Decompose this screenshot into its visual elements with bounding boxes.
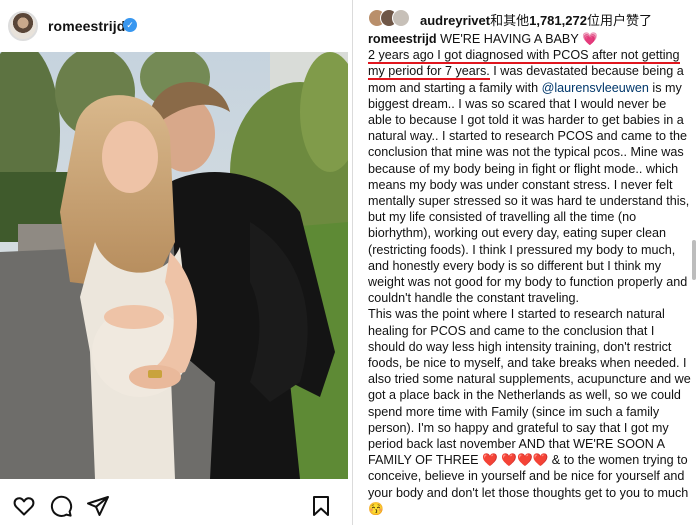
column-divider — [352, 0, 353, 525]
likes-suffix: 位用户赞了 — [586, 13, 652, 28]
post-photo[interactable] — [0, 52, 348, 479]
post-media-column: romeestrijd ✓ — [0, 0, 348, 525]
likes-connector: 和其他 — [490, 13, 530, 28]
likes-row[interactable]: audreyrivet和其他1,781,272位用户赞了 — [368, 8, 698, 28]
likes-summary: audreyrivet和其他1,781,272位用户赞了 — [420, 10, 652, 29]
caption-paragraph-2: This was the point where I started to re… — [368, 306, 692, 517]
bookmark-icon[interactable] — [309, 494, 333, 518]
red-hearts-emoji-icon: ❤️ ❤️❤️❤️ — [482, 453, 549, 468]
post-caption: romeestrijd WE'RE HAVING A BABY 💗 2 year… — [368, 31, 692, 517]
heart-icon[interactable] — [12, 494, 36, 518]
post-photo-illustration — [0, 52, 348, 479]
verified-badge-icon: ✓ — [123, 18, 137, 32]
avatar[interactable] — [8, 11, 38, 41]
kissing-face-emoji-icon: 😚 — [368, 501, 384, 516]
scrollbar[interactable] — [692, 240, 696, 280]
caption-paragraph-1: romeestrijd WE'RE HAVING A BABY 💗 2 year… — [368, 31, 692, 306]
caption-mention[interactable]: @laurensvleeuwen — [542, 81, 649, 95]
caption-headline: WE'RE HAVING A BABY — [440, 32, 579, 46]
post-username[interactable]: romeestrijd — [48, 18, 125, 34]
comment-icon[interactable] — [49, 494, 73, 518]
post-action-bar — [0, 485, 348, 525]
liker-username[interactable]: audreyrivet — [420, 13, 490, 28]
post-caption-column: audreyrivet和其他1,781,272位用户赞了 romeestrijd… — [360, 0, 700, 525]
caption-text: is my biggest dream.. I was so scared th… — [368, 80, 690, 306]
liker-avatar — [392, 9, 410, 27]
caption-username[interactable]: romeestrijd — [368, 32, 437, 46]
caption-text: This was the point where I started to re… — [368, 307, 691, 468]
share-icon[interactable] — [86, 494, 110, 518]
likes-count[interactable]: 1,781,272 — [529, 13, 587, 28]
heart-emoji-icon: 💗 — [582, 32, 598, 46]
post-header: romeestrijd ✓ — [0, 0, 348, 52]
